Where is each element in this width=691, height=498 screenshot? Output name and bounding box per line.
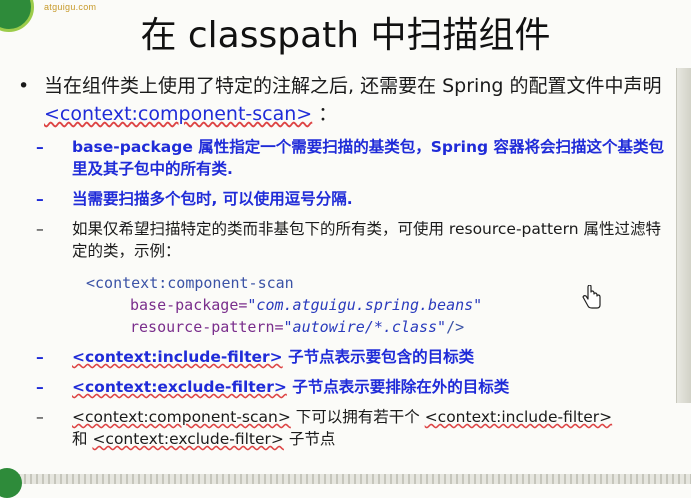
list-item: – <context:include-filter> 子节点表示要包含的目标类	[14, 346, 674, 368]
component-scan-tag: <context:component-scan>	[44, 103, 313, 125]
include-filter-tag: <context:include-filter>	[72, 348, 283, 366]
code-attr: base-package=	[130, 296, 248, 314]
include-filter-tag: <context:include-filter>	[424, 408, 613, 426]
item-text: 子节点表示要包含的目标类	[282, 348, 475, 366]
intro-bullet: • 当在组件类上使用了特定的注解之后, 还需要在 Spring 的配置文件中声明…	[14, 72, 674, 128]
intro-text: 当在组件类上使用了特定的注解之后, 还需要在 Spring 的配置文件中声明	[44, 75, 662, 97]
intro-colon: ：	[318, 103, 338, 125]
dash-icon: –	[36, 220, 44, 238]
code-tag-close: />	[446, 318, 465, 336]
list-item: – <context:exclude-filter> 子节点表示要排除在外的目标…	[14, 376, 674, 398]
exclude-filter-tag: <context:exclude-filter>	[92, 430, 284, 448]
slide-content: • 当在组件类上使用了特定的注解之后, 还需要在 Spring 的配置文件中声明…	[14, 72, 674, 450]
item-text: 子节点表示要排除在外的目标类	[286, 378, 510, 396]
list-item: – base-package 属性指定一个需要扫描的基类包，Spring 容器将…	[14, 136, 674, 180]
slide-title: 在 classpath 中扫描组件	[140, 15, 551, 56]
list-item: – 如果仅希望扫描特定的类而非基包下的所有类，可使用 resource-patt…	[14, 218, 674, 262]
dash-icon: –	[36, 190, 44, 208]
code-attr: resource-pattern=	[130, 318, 284, 336]
dash-icon: –	[36, 348, 44, 366]
dash-icon: –	[36, 138, 44, 156]
dash-icon: –	[36, 378, 44, 396]
side-bar	[676, 68, 691, 403]
item-text: base-package 属性指定一个需要扫描的基类包，Spring 容器将会扫…	[72, 138, 664, 178]
exclude-filter-tag: <context:exclude-filter>	[72, 378, 287, 396]
code-tag-open: <context:component-scan	[86, 274, 294, 292]
bottom-decoration	[0, 474, 691, 484]
item-text: 下可以拥有若干个	[290, 408, 425, 426]
bottom-logo-icon	[0, 468, 22, 498]
bullet-icon: •	[18, 75, 30, 97]
item-text: 如果仅希望扫描特定的类而非基包下的所有类，可使用 resource-patter…	[72, 220, 661, 260]
list-item: – 当需要扫描多个包时, 可以使用逗号分隔.	[14, 188, 674, 210]
code-value: "com.atguigu.spring.beans"	[247, 296, 483, 314]
dash-icon: –	[36, 408, 44, 426]
list-item: – <context:component-scan> 下可以拥有若干个 <con…	[14, 406, 674, 450]
item-text: 子节点	[283, 430, 336, 448]
item-text: 当需要扫描多个包时, 可以使用逗号分隔.	[72, 190, 353, 208]
item-text: 和	[72, 430, 93, 448]
hand-pointer-icon	[582, 285, 601, 309]
code-value: "autowire/*.class"	[283, 318, 447, 336]
component-scan-tag: <context:component-scan>	[72, 408, 291, 426]
